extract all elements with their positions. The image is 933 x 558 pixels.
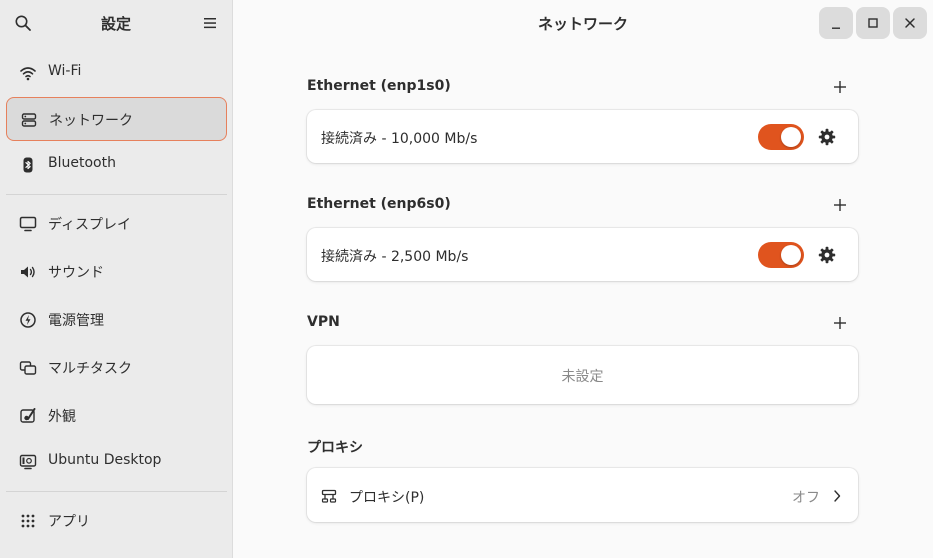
close-button[interactable] <box>893 7 927 39</box>
sidebar-item-label: 電源管理 <box>48 313 104 329</box>
gear-icon[interactable] <box>818 246 836 264</box>
chevron-right-icon <box>834 490 841 502</box>
vpn-placeholder: 未設定 <box>561 369 604 385</box>
toggle-knob <box>781 245 801 265</box>
connection-status: 接続済み - 2,500 Mb/s <box>321 249 469 265</box>
sidebar-item-label: アプリ <box>48 514 90 530</box>
sidebar-item-multitasking[interactable]: マルチタスク <box>6 346 227 390</box>
ubuntu-desktop-icon <box>19 454 37 470</box>
sidebar-item-label: Ubuntu Desktop <box>48 452 162 468</box>
sidebar-divider <box>6 194 227 195</box>
maximize-icon <box>868 18 878 28</box>
sidebar-item-display[interactable]: ディスプレイ <box>6 202 227 246</box>
ethernet-enp1s0-card: 接続済み - 10,000 Mb/s <box>307 110 858 163</box>
wifi-icon <box>20 67 36 81</box>
hamburger-menu-icon[interactable] <box>202 15 218 31</box>
sidebar-item-label: マルチタスク <box>48 361 132 377</box>
toggle-knob <box>781 127 801 147</box>
sidebar-item-appearance[interactable]: 外観 <box>6 394 227 438</box>
section-title-vpn: VPN <box>307 314 340 330</box>
ethernet-enp1s0-toggle[interactable] <box>758 124 804 150</box>
sidebar-item-wifi[interactable]: Wi-Fi <box>6 51 227 95</box>
sidebar-item-label: ディスプレイ <box>48 217 132 233</box>
minimize-icon <box>832 27 840 29</box>
sidebar-item-power[interactable]: 電源管理 <box>6 298 227 342</box>
sidebar-item-network[interactable]: ネットワーク <box>6 97 227 141</box>
section-title-ethernet-enp6s0: Ethernet (enp6s0) <box>307 196 451 212</box>
minimize-button[interactable] <box>819 7 853 39</box>
vpn-card: 未設定 <box>307 346 858 404</box>
add-vpn-button[interactable] <box>833 316 847 330</box>
sidebar-item-label: Wi-Fi <box>48 63 82 79</box>
network-icon <box>21 113 37 127</box>
sidebar-item-label: Bluetooth <box>48 155 116 171</box>
sidebar-header: 設定 <box>0 0 232 46</box>
ethernet-enp6s0-card: 接続済み - 2,500 Mb/s <box>307 228 858 281</box>
appearance-icon <box>20 408 36 423</box>
maximize-button[interactable] <box>856 7 890 39</box>
section-title-proxy: プロキシ <box>307 440 363 456</box>
display-icon <box>19 216 37 232</box>
sidebar-divider <box>6 491 227 492</box>
sidebar-item-label: サウンド <box>48 265 104 281</box>
multitasking-icon <box>19 361 37 375</box>
apps-grid-icon <box>21 514 35 528</box>
connection-status: 接続済み - 10,000 Mb/s <box>321 131 478 147</box>
add-ethernet-enp6s0-button[interactable] <box>833 198 847 212</box>
power-icon <box>20 312 36 328</box>
sidebar-item-apps[interactable]: アプリ <box>6 499 227 543</box>
speaker-icon <box>21 266 35 278</box>
sidebar-item-bluetooth[interactable]: Bluetooth <box>6 143 227 187</box>
close-icon <box>905 18 915 28</box>
sidebar-item-ubuntu-desktop[interactable]: Ubuntu Desktop <box>6 440 227 484</box>
section-title-ethernet-enp1s0: Ethernet (enp1s0) <box>307 78 451 94</box>
gear-icon[interactable] <box>818 128 836 146</box>
bluetooth-icon <box>23 157 33 173</box>
add-ethernet-enp1s0-button[interactable] <box>833 80 847 94</box>
sidebar-item-label: ネットワーク <box>49 113 133 129</box>
proxy-row[interactable]: プロキシ(P) オフ <box>307 468 858 522</box>
sidebar-item-sound[interactable]: サウンド <box>6 250 227 294</box>
proxy-status-value: オフ <box>792 490 820 506</box>
proxy-icon <box>321 489 337 503</box>
proxy-label: プロキシ(P) <box>349 490 425 506</box>
sidebar-item-label: 外観 <box>48 409 76 425</box>
ethernet-enp6s0-toggle[interactable] <box>758 242 804 268</box>
sidebar: 設定 Wi-Fi ネットワーク Bluetooth ディスプレイ サウンド 電源… <box>0 0 233 558</box>
sidebar-title: 設定 <box>100 15 131 33</box>
